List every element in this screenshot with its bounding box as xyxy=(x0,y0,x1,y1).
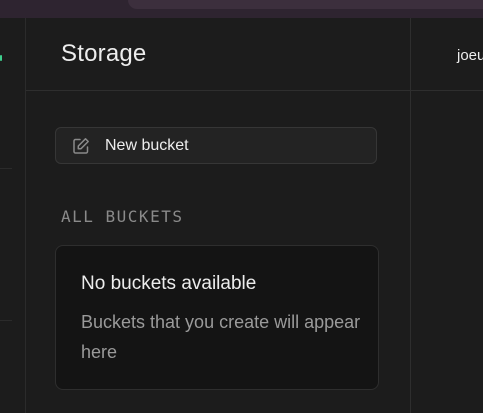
header-divider xyxy=(411,90,483,91)
storage-panel: Storage New bucket ALL BUCKETS No bucket… xyxy=(26,18,411,413)
rail-divider xyxy=(0,320,12,321)
top-strip-tab xyxy=(128,0,483,9)
panel-header: Storage xyxy=(26,18,410,91)
app-window: Storage New bucket ALL BUCKETS No bucket… xyxy=(0,0,483,413)
user-name-text[interactable]: joeu xyxy=(457,47,483,64)
edit-icon xyxy=(72,137,90,155)
empty-state-title: No buckets available xyxy=(81,273,257,294)
new-bucket-button[interactable]: New bucket xyxy=(55,127,377,164)
left-nav-rail xyxy=(0,18,26,413)
empty-state-card: No buckets available Buckets that you cr… xyxy=(55,245,379,390)
right-content-area: joeu xyxy=(411,18,483,413)
active-nav-indicator xyxy=(0,55,2,61)
rail-divider xyxy=(0,168,12,169)
page-title: Storage xyxy=(61,40,147,67)
new-bucket-label: New bucket xyxy=(105,137,189,154)
empty-state-description: Buckets that you create will appear here xyxy=(81,312,361,362)
top-title-strip xyxy=(0,0,483,18)
all-buckets-heading: ALL BUCKETS xyxy=(61,207,184,226)
